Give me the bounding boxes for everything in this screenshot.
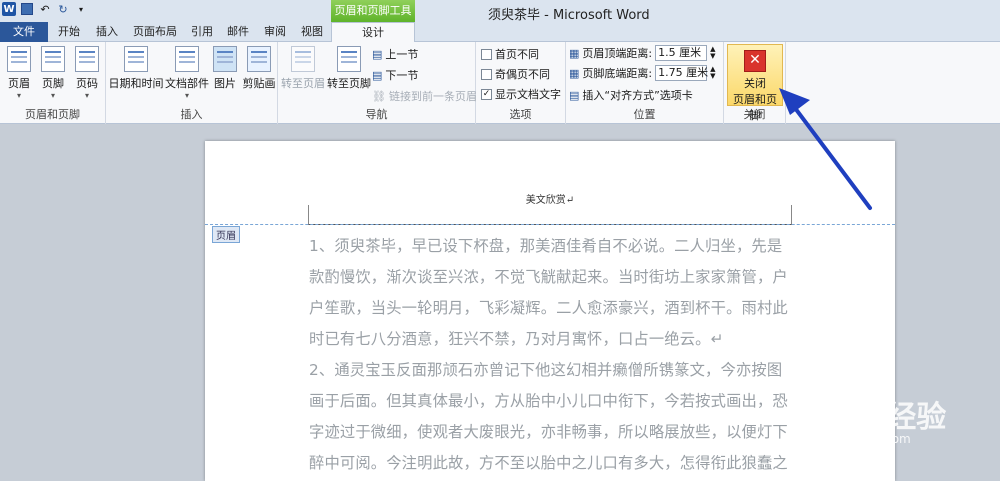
baidu-watermark-url: jingyan.baidu.com: [800, 432, 911, 446]
baidu-watermark: Baidu经验: [790, 400, 947, 435]
